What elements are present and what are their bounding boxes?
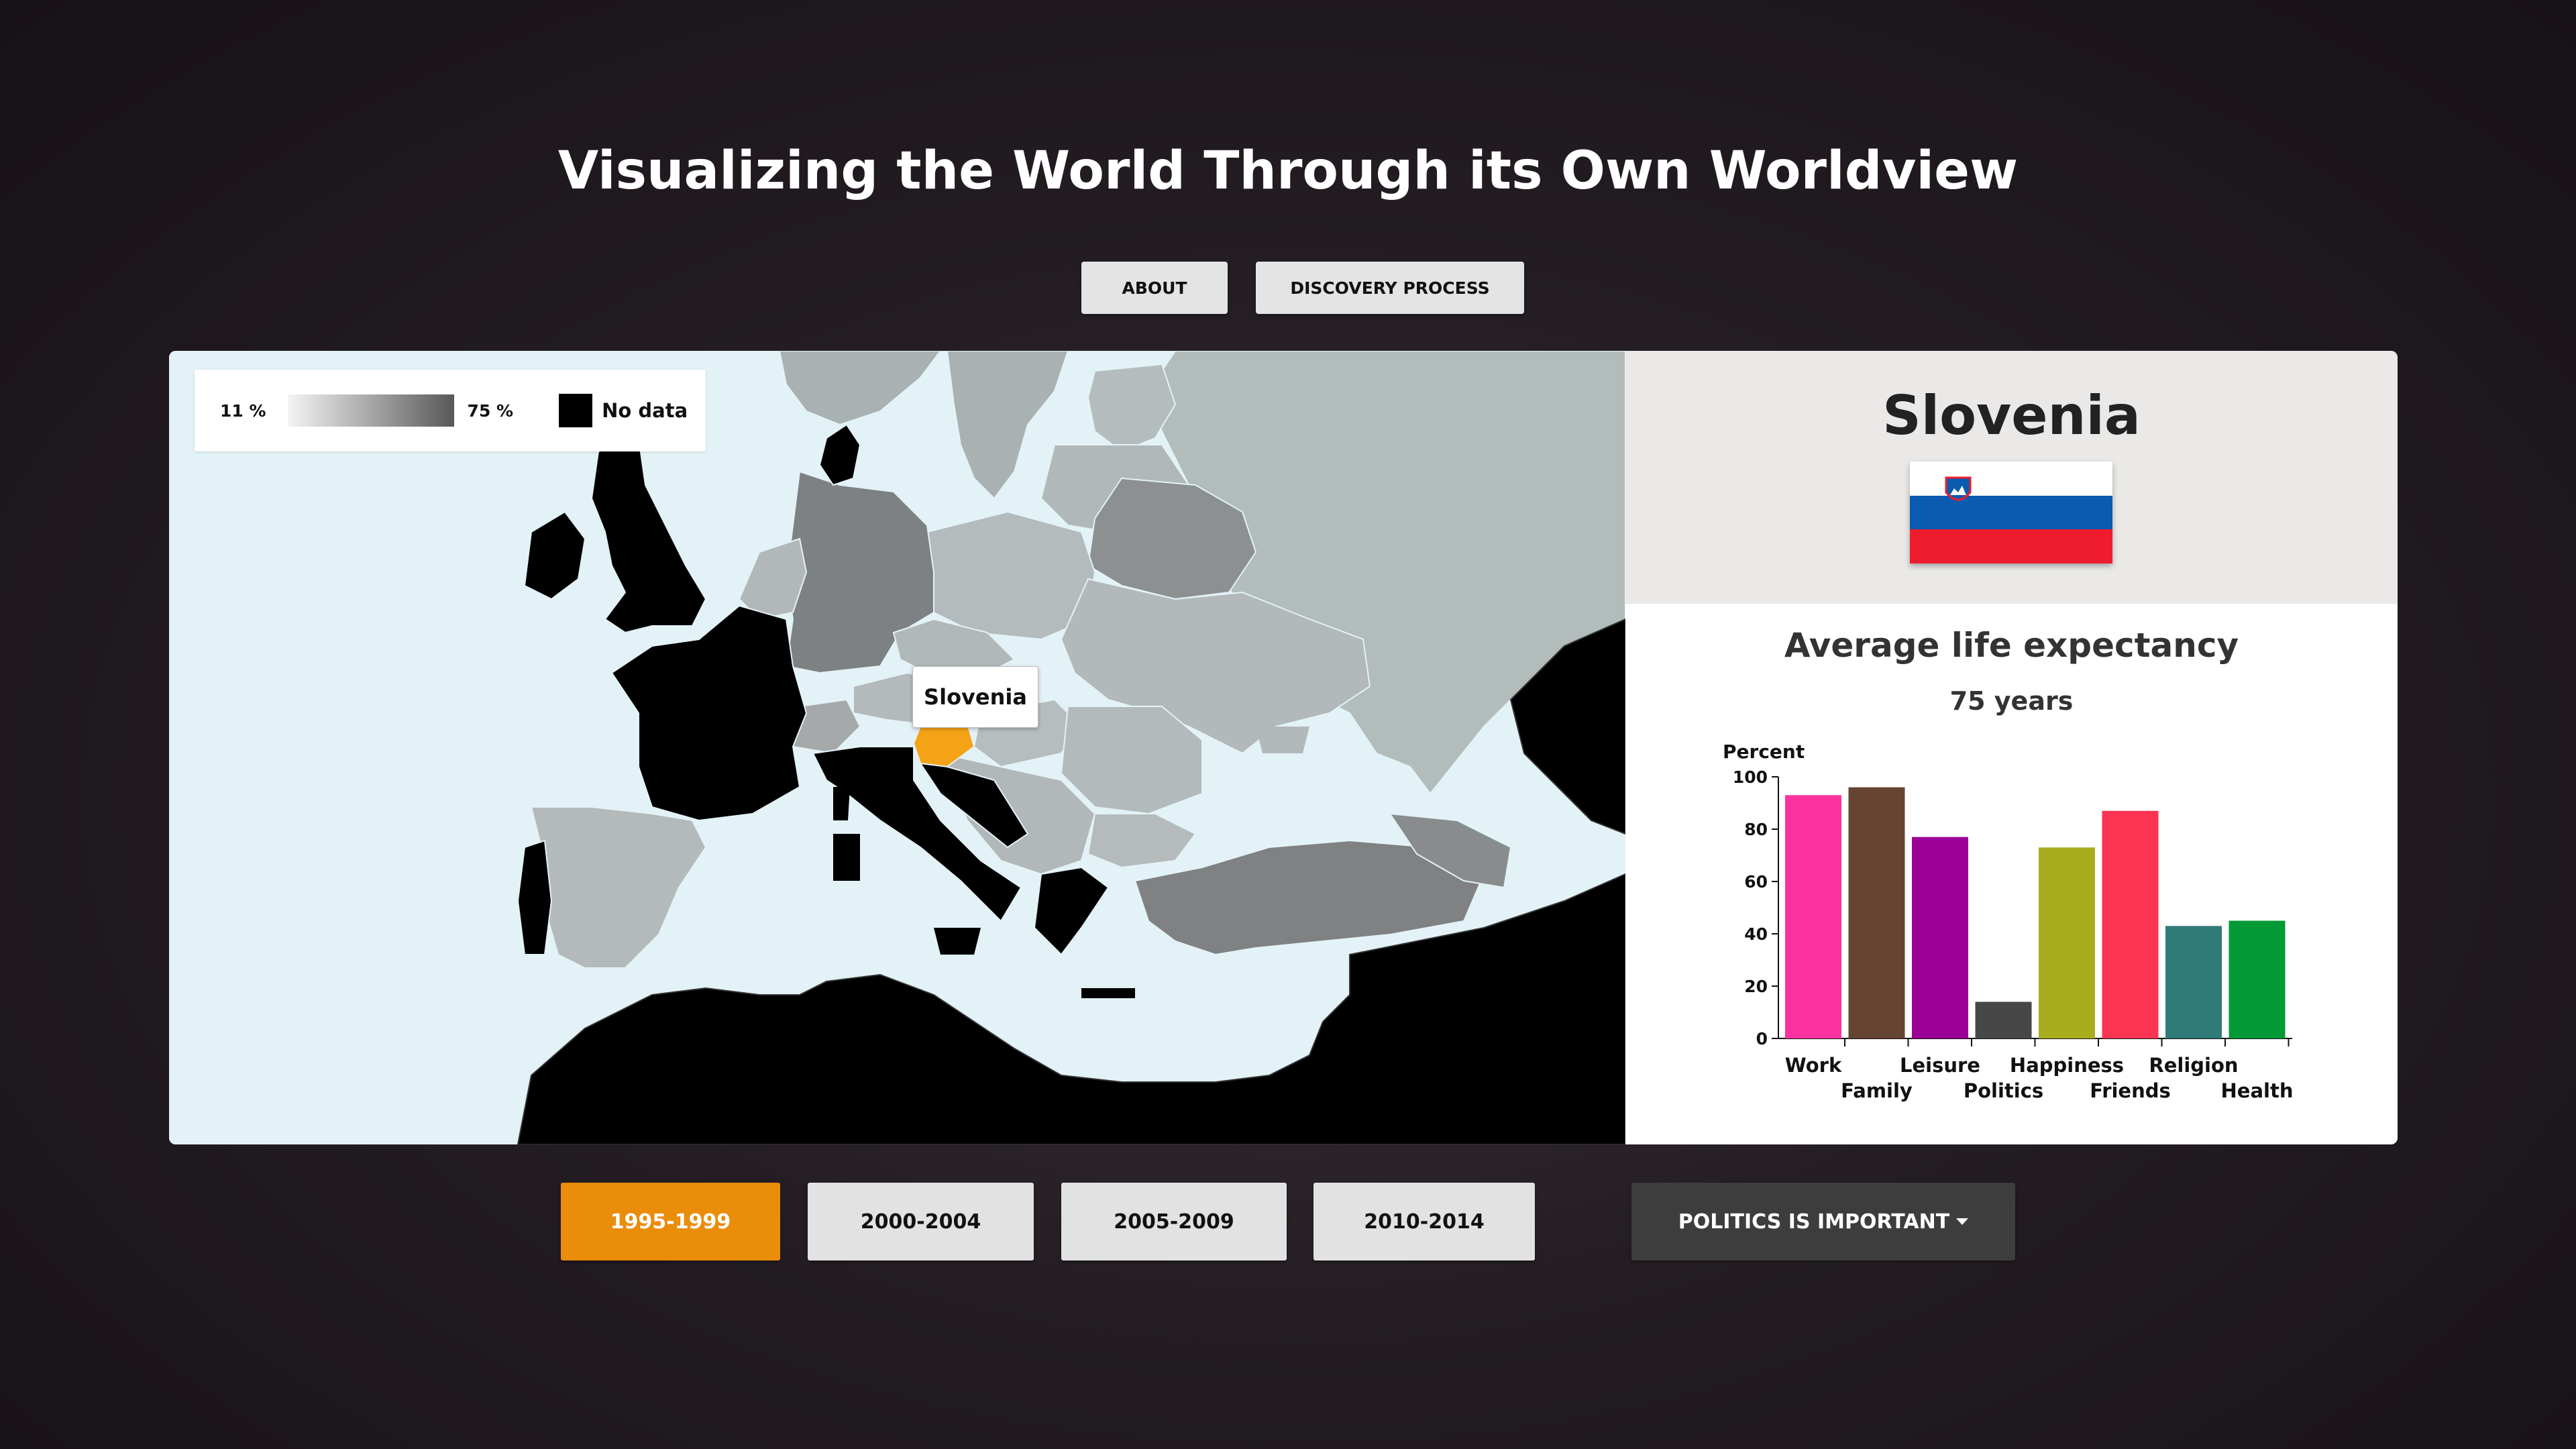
about-button[interactable]: ABOUT <box>1081 262 1228 314</box>
page-title: Visualizing the World Through its Own Wo… <box>557 141 2019 201</box>
chart-x-tick-label: Work <box>1785 1054 1842 1077</box>
chart-y-tick-label: 20 <box>1744 977 1768 996</box>
chart-bar-family <box>1848 787 1905 1038</box>
chart-x-tick-label: Health <box>2221 1079 2294 1102</box>
chart-bar-work <box>1785 795 1841 1038</box>
legend-no-data-label: No data <box>602 399 688 422</box>
map-legend: 11 % 75 % No data <box>195 370 706 451</box>
country-crete[interactable] <box>1081 988 1135 998</box>
map-tooltip: Slovenia <box>912 666 1038 728</box>
country-denmark[interactable] <box>818 423 861 486</box>
europe-map[interactable]: 11 % 75 % No data Slovenia <box>169 351 1625 1144</box>
chart-bar-leisure <box>1912 837 1968 1038</box>
chart-x-tick-label: Friends <box>2090 1079 2171 1102</box>
year-button-2010-2014[interactable]: 2010-2014 <box>1313 1183 1535 1260</box>
country-norway[interactable] <box>778 351 942 426</box>
legend-gradient <box>287 394 454 427</box>
country-sicily[interactable] <box>934 928 981 955</box>
year-button-2000-2004[interactable]: 2000-2004 <box>808 1183 1034 1260</box>
question-dropdown-label: POLITICS IS IMPORTANT <box>1678 1210 1950 1234</box>
country-sardinia[interactable] <box>833 834 860 881</box>
question-dropdown[interactable]: POLITICS IS IMPORTANT <box>1631 1183 2015 1260</box>
country-romania[interactable] <box>1060 706 1203 815</box>
chart-y-tick-label: 100 <box>1733 767 1768 787</box>
chart-x-tick-label: Leisure <box>1900 1054 1980 1077</box>
chart-y-axis-label: Percent <box>1723 741 1805 763</box>
country-spain[interactable] <box>530 806 707 969</box>
chart-bar-health <box>2229 920 2286 1038</box>
country-france[interactable] <box>610 604 808 822</box>
chart-bar-politics <box>1975 1002 2032 1038</box>
country-detail-panel: Slovenia Average life expectancy 75 year… <box>1625 351 2398 1144</box>
values-bar-chart: Percent 0 20 40 60 80 100 WorkFamilyLeisurePoli… <box>1723 741 2294 1102</box>
chart-y-tick-label: 40 <box>1744 924 1768 944</box>
visualization-panel: 11 % 75 % No data Slovenia Slovenia Aver… <box>169 351 2398 1144</box>
year-button-2005-2009[interactable]: 2005-2009 <box>1061 1183 1287 1260</box>
country-portugal[interactable] <box>517 839 553 955</box>
caret-down-icon <box>1956 1218 1969 1225</box>
chart-bar-religion <box>2165 926 2222 1038</box>
chart-bar-happiness <box>2039 847 2095 1038</box>
country-uk[interactable] <box>590 437 707 634</box>
country-greece[interactable] <box>1033 866 1110 956</box>
map-svg[interactable] <box>169 351 1625 1144</box>
legend-no-data-swatch <box>559 394 593 427</box>
chart-y-tick-label: 60 <box>1744 872 1768 892</box>
chart-x-tick-label: Happiness <box>2010 1054 2124 1077</box>
chart-bar-friends <box>2102 810 2159 1038</box>
country-bulgaria[interactable] <box>1087 813 1197 869</box>
chart-y-tick-label: 80 <box>1744 820 1768 839</box>
country-crimea[interactable] <box>1256 727 1309 753</box>
chart-x-tick-label: Religion <box>2149 1054 2238 1077</box>
year-button-1995-1999[interactable]: 1995-1999 <box>561 1183 780 1260</box>
chart-y-tick-label: 0 <box>1756 1029 1768 1049</box>
legend-min-label: 11 % <box>220 400 266 421</box>
discovery-process-button[interactable]: DISCOVERY PROCESS <box>1256 262 1524 314</box>
country-ireland[interactable] <box>523 511 586 600</box>
legend-max-label: 75 % <box>467 400 514 421</box>
country-corsica[interactable] <box>833 787 850 820</box>
chart-x-tick-label: Family <box>1841 1079 1913 1102</box>
country-finland[interactable] <box>1087 363 1177 453</box>
chart-x-tick-label: Politics <box>1964 1079 2043 1102</box>
